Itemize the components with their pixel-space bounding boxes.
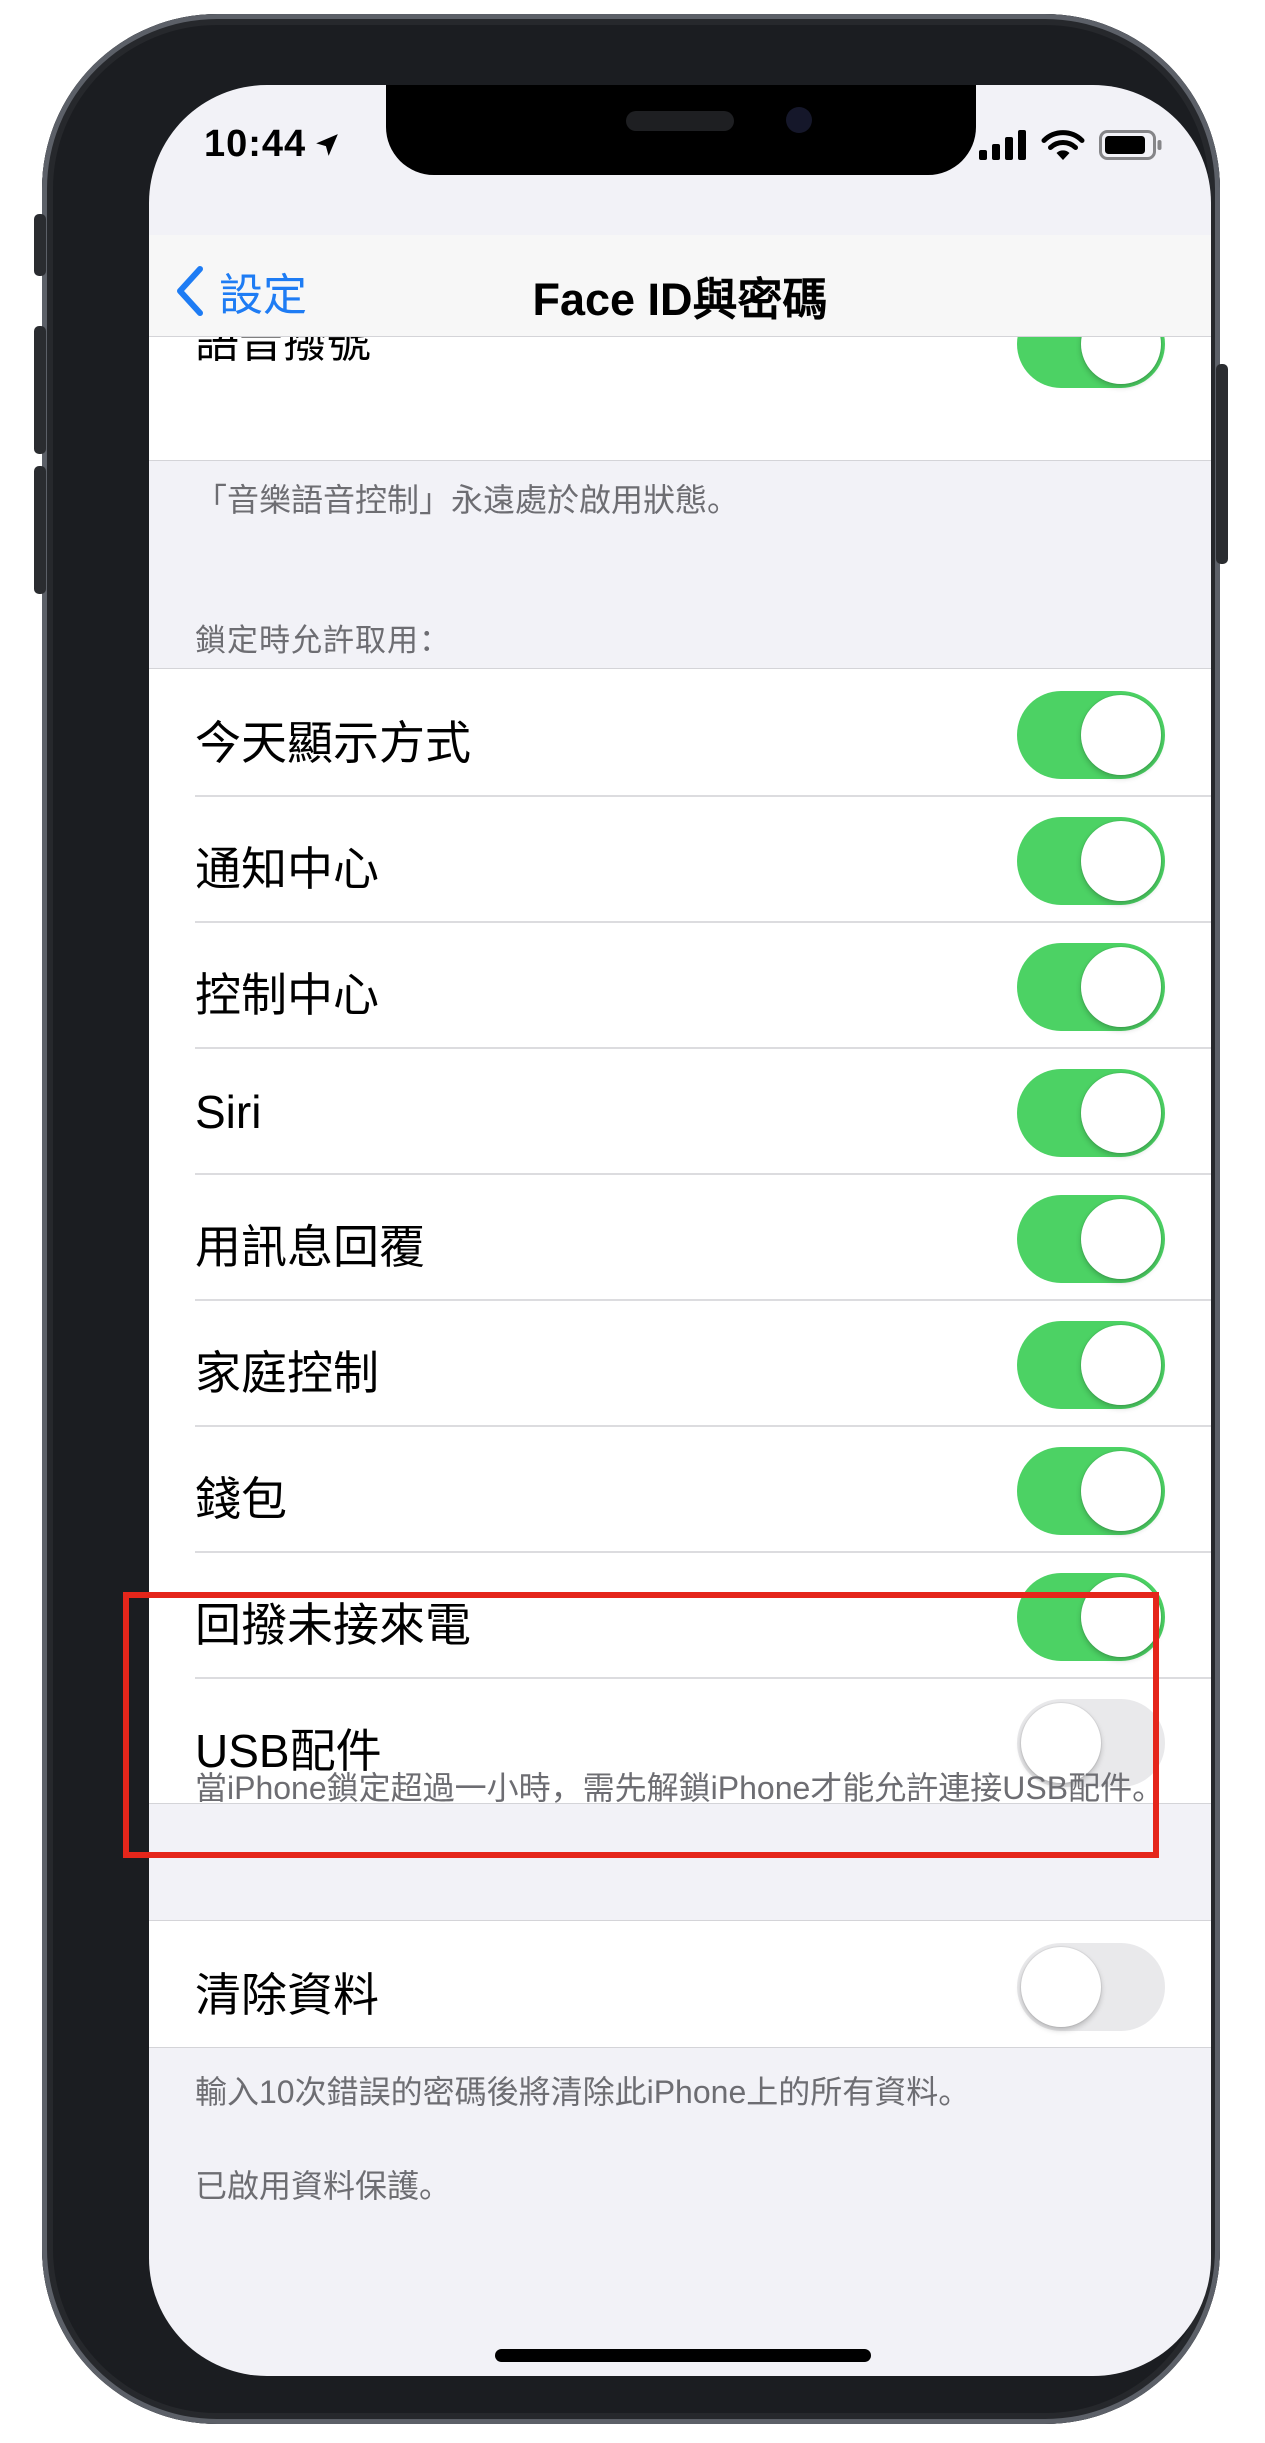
today-view-toggle[interactable]	[1017, 691, 1165, 779]
data-protection-note: 已啟用資料保護。	[195, 2168, 452, 2204]
wifi-icon	[1041, 130, 1085, 160]
location-arrow-icon	[316, 133, 339, 156]
navigation-bar: 設定 Face ID與密碼	[149, 235, 1211, 337]
toggle-knob	[1021, 1947, 1101, 2027]
notification-center-toggle[interactable]	[1017, 817, 1165, 905]
page-title: Face ID與密碼	[532, 274, 828, 325]
front-camera	[786, 107, 812, 133]
toggle-knob	[1081, 1199, 1161, 1279]
volume-up-button	[34, 326, 46, 454]
list-item-control-center[interactable]: 控制中心	[149, 921, 1211, 1047]
home-indicator[interactable]	[495, 2349, 871, 2362]
toggle-knob	[1081, 695, 1161, 775]
usb-accessories-note: 當iPhone鎖定超過一小時，需先解鎖iPhone才能允許連接USB配件。	[195, 1770, 1165, 1806]
toggle-knob	[1081, 1451, 1161, 1531]
status-icons	[979, 129, 1163, 161]
cell-label: 今天顯示方式	[195, 717, 471, 769]
list-item-siri[interactable]: Siri	[149, 1047, 1211, 1173]
voice-dial-row[interactable]: 語音撥號	[149, 300, 1211, 461]
cell-label: 清除資料	[195, 1969, 379, 2021]
cell-label: 回撥未接來電	[195, 1599, 471, 1651]
toggle-knob	[1081, 821, 1161, 901]
mute-switch	[34, 214, 46, 276]
wallet-toggle[interactable]	[1017, 1447, 1165, 1535]
control-center-toggle[interactable]	[1017, 943, 1165, 1031]
reply-with-message-toggle[interactable]	[1017, 1195, 1165, 1283]
cellular-signal-icon	[979, 130, 1026, 160]
cell-label: 用訊息回覆	[195, 1221, 425, 1273]
toggle-knob	[1081, 1577, 1161, 1657]
erase-data-group: 清除資料	[149, 1920, 1211, 2048]
list-item-home-control[interactable]: 家庭控制	[149, 1299, 1211, 1425]
cell-label: 錢包	[195, 1473, 287, 1525]
list-item-return-missed-calls[interactable]: 回撥未接來電	[149, 1551, 1211, 1677]
screen: 10:44 設定 Face ID與密碼 語音撥號 「音樂語音控制」永遠處於啟用狀…	[149, 85, 1211, 2376]
home-control-toggle[interactable]	[1017, 1321, 1165, 1409]
notch	[386, 85, 976, 175]
erase-data-toggle[interactable]	[1017, 1943, 1165, 2031]
list-item-today-view[interactable]: 今天顯示方式	[149, 669, 1211, 795]
volume-down-button	[34, 466, 46, 594]
siri-toggle[interactable]	[1017, 1069, 1165, 1157]
cell-label: 通知中心	[195, 843, 379, 895]
list-item-reply-with-message[interactable]: 用訊息回覆	[149, 1173, 1211, 1299]
toggle-knob	[1081, 1073, 1161, 1153]
phone-frame: 10:44 設定 Face ID與密碼 語音撥號 「音樂語音控制」永遠處於啟用狀…	[34, 14, 1228, 2424]
return-missed-calls-toggle[interactable]	[1017, 1573, 1165, 1661]
list-item-wallet[interactable]: 錢包	[149, 1425, 1211, 1551]
music-voice-control-note: 「音樂語音控制」永遠處於啟用狀態。	[195, 482, 740, 518]
list-item-notification-center[interactable]: 通知中心	[149, 795, 1211, 921]
status-time: 10:44	[204, 123, 340, 166]
cell-label: 家庭控制	[195, 1347, 379, 1399]
cell-label: Siri	[195, 1086, 262, 1138]
toggle-knob	[1081, 947, 1161, 1027]
erase-data-note: 輸入10次錯誤的密碼後將清除此iPhone上的所有資料。	[195, 2074, 971, 2110]
lock-access-group: 今天顯示方式 通知中心 控制中心 Siri 用訊息回覆 家庭控制 錢包 回撥未接…	[149, 668, 1211, 1804]
speaker-grille	[626, 111, 734, 131]
cell-label: 控制中心	[195, 969, 379, 1021]
battery-icon	[1099, 130, 1162, 160]
toggle-knob	[1081, 1325, 1161, 1405]
lock-section-header: 鎖定時允許取用：	[195, 623, 451, 658]
side-button	[1216, 364, 1228, 564]
status-time-text: 10:44	[204, 123, 307, 165]
list-item-erase-data[interactable]: 清除資料	[149, 1921, 1211, 2047]
